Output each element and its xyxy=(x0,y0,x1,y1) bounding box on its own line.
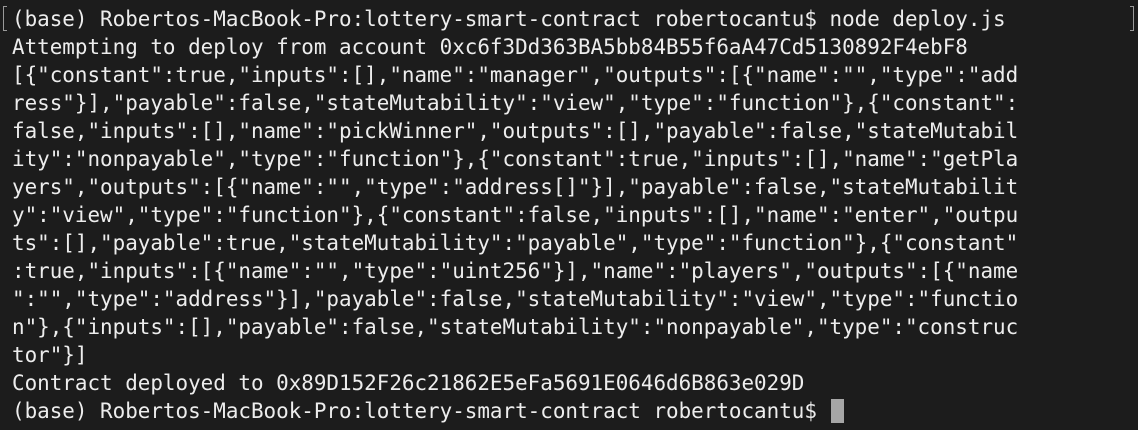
terminal-line: :true,"inputs":[{"name":"","type":"uint2… xyxy=(12,259,1019,283)
terminal-cursor xyxy=(830,399,844,423)
terminal-line: n"},{"inputs":[],"payable":false,"stateM… xyxy=(12,315,1019,339)
terminal-line: false,"inputs":[],"name":"pickWinner","o… xyxy=(12,119,1019,143)
selection-mark-right xyxy=(1130,6,1134,31)
terminal-line: ity":"nonpayable","type":"function"},{"c… xyxy=(12,147,1019,171)
terminal-line: ":"","type":"address"}],"payable":false,… xyxy=(12,287,1019,311)
terminal-line: Attempting to deploy from account 0xc6f3… xyxy=(12,35,968,59)
selection-mark-left xyxy=(3,6,7,31)
terminal-line: ress"}],"payable":false,"stateMutability… xyxy=(12,91,1019,115)
shell-prompt: (base) Robertos-MacBook-Pro:lottery-smar… xyxy=(12,399,830,423)
prompt-line[interactable]: (base) Robertos-MacBook-Pro:lottery-smar… xyxy=(12,397,1138,425)
terminal-line: ts":[],"payable":true,"stateMutability":… xyxy=(12,231,1019,255)
terminal-line: yers","outputs":[{"name":"","type":"addr… xyxy=(12,175,1019,199)
terminal-line: tor"}] xyxy=(12,343,88,367)
terminal-line: [{"constant":true,"inputs":[],"name":"ma… xyxy=(12,63,1019,87)
terminal-line: y":"view","type":"function"},{"constant"… xyxy=(12,203,1019,227)
terminal-line: (base) Robertos-MacBook-Pro:lottery-smar… xyxy=(12,7,1006,31)
terminal-line: Contract deployed to 0x89D152F26c21862E5… xyxy=(12,371,805,395)
terminal-window[interactable]: (base) Robertos-MacBook-Pro:lottery-smar… xyxy=(0,0,1138,430)
